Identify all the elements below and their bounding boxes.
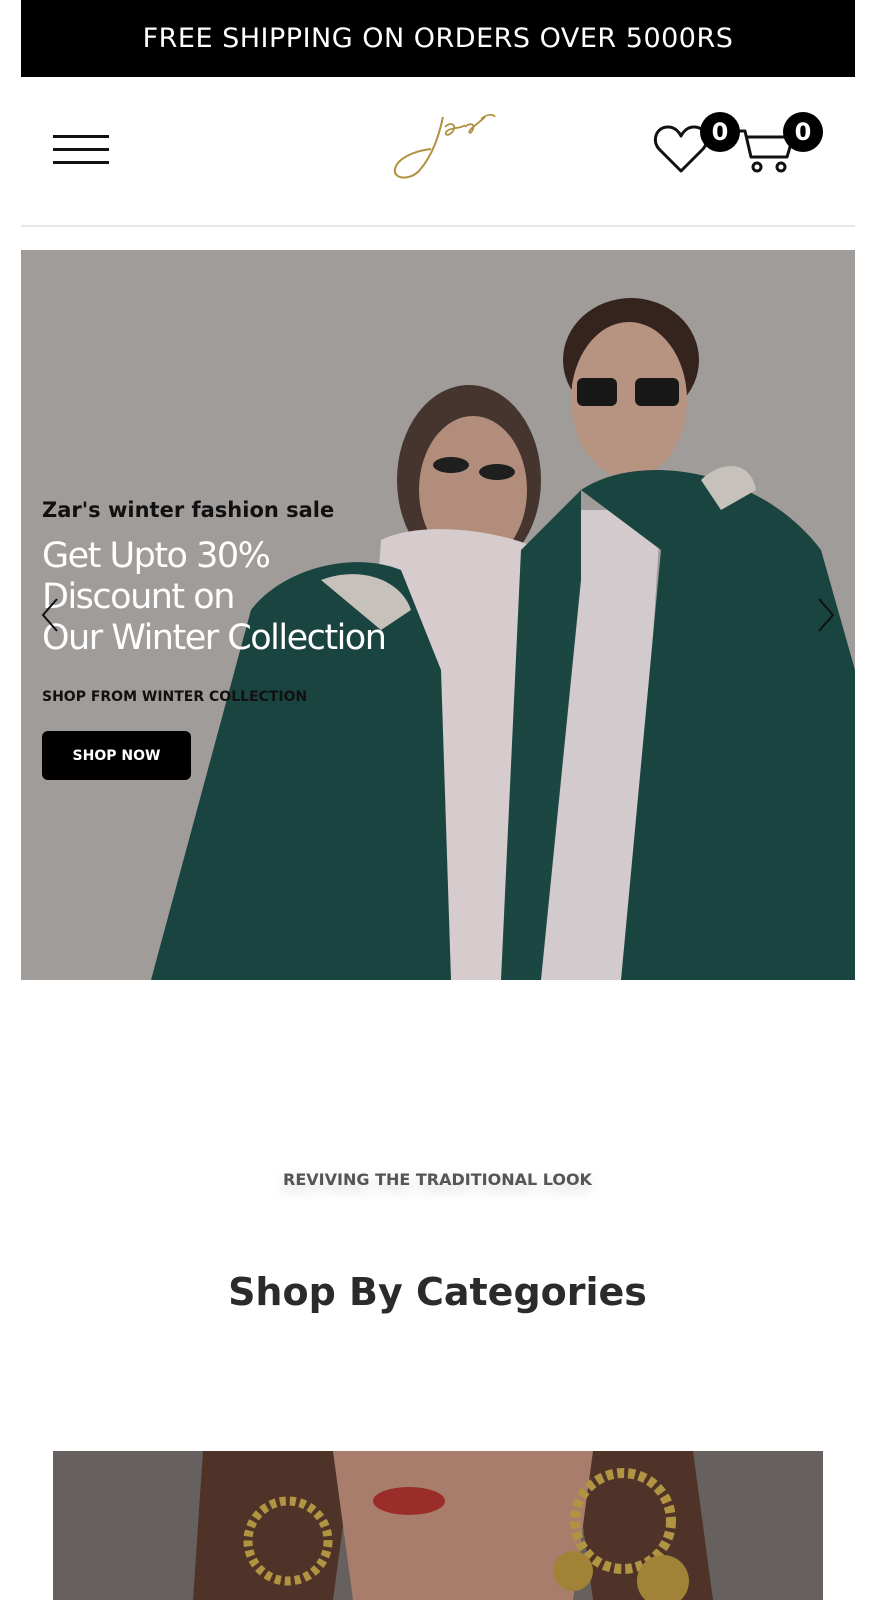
announcement-bar: FREE SHIPPING ON ORDERS OVER 5000RS xyxy=(21,0,855,77)
chevron-right-icon xyxy=(818,598,835,632)
brand-logo[interactable] xyxy=(381,105,501,185)
carousel-prev-button[interactable] xyxy=(39,595,63,635)
hero-banner[interactable]: Zar's winter fashion sale Get Upto 30% D… xyxy=(21,250,855,980)
shop-now-button[interactable]: SHOP NOW xyxy=(42,731,191,780)
category-card[interactable] xyxy=(53,1451,823,1600)
hamburger-menu-icon[interactable] xyxy=(53,135,109,165)
cart-count-badge: 0 xyxy=(783,112,823,152)
carousel-next-button[interactable] xyxy=(813,595,837,635)
hero-title-line: Our Winter Collection xyxy=(42,618,387,658)
site-header xyxy=(21,77,855,227)
hero-text-block: Zar's winter fashion sale Get Upto 30% D… xyxy=(42,498,402,780)
hero-title-line: Discount on xyxy=(42,577,235,617)
wishlist-count-badge: 0 xyxy=(700,112,740,152)
hero-title-line: Get Upto 30% xyxy=(42,536,271,576)
announcement-text: FREE SHIPPING ON ORDERS OVER 5000RS xyxy=(142,23,734,54)
section-tagline: REVIVING THE TRADITIONAL LOOK xyxy=(283,1170,592,1189)
section-title: Shop By Categories xyxy=(228,1270,647,1314)
hero-eyebrow: Zar's winter fashion sale xyxy=(42,498,335,522)
hero-title: Get Upto 30% Discount on Our Winter Coll… xyxy=(42,536,402,659)
category-image xyxy=(53,1451,823,1600)
hero-subtitle: SHOP FROM WINTER COLLECTION xyxy=(42,689,308,705)
chevron-left-icon xyxy=(41,598,58,632)
